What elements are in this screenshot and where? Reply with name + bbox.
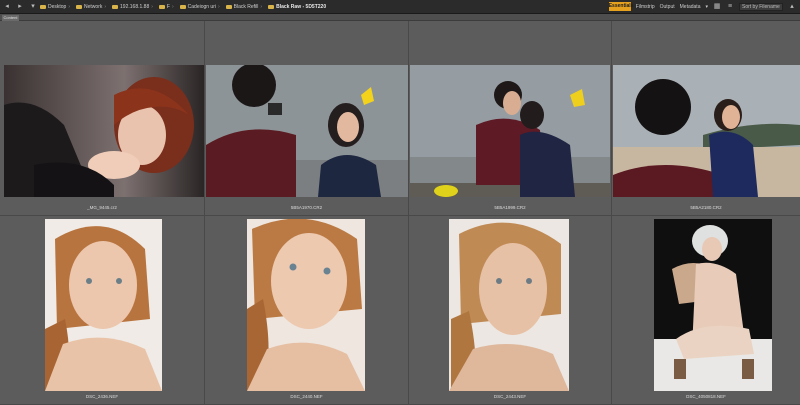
breadcrumb-item[interactable]: Desktop › — [40, 4, 70, 10]
folder-icon — [268, 4, 275, 9]
file-name: DSC_4050818.NEF — [686, 394, 726, 399]
thumbnail-image[interactable] — [247, 219, 365, 391]
thumbnail-image[interactable] — [449, 219, 569, 391]
workspace-menu-icon[interactable]: ▾ — [705, 4, 708, 10]
breadcrumb-label[interactable]: Black Refill — [234, 4, 259, 10]
content-grid: _MG_9445.cr2 5B5A1970.CR2 5B5A1999.CR2 5… — [0, 21, 800, 405]
file-name: _MG_9445.cr2 — [87, 205, 117, 210]
view-list-icon[interactable]: ≡ — [726, 3, 734, 10]
sort-direction-icon[interactable]: ▴ — [788, 3, 796, 10]
back-arrow-icon[interactable]: ◂ — [3, 3, 11, 10]
thumbnail-image[interactable] — [45, 219, 162, 391]
thumbnail-image[interactable] — [410, 65, 610, 197]
file-name: 5B5A1970.CR2 — [290, 205, 323, 210]
folder-icon — [179, 4, 186, 9]
file-name: DSC_2440.NEF — [290, 394, 323, 399]
breadcrumb-item[interactable]: Network › — [76, 4, 106, 10]
file-cell[interactable]: 5B5A2180.CR2 — [612, 21, 800, 216]
sort-dropdown[interactable]: Sort by Filename — [739, 2, 783, 11]
breadcrumb: Desktop › Network › 192.168.1.88 › F › Cadei… — [40, 4, 332, 10]
file-cell[interactable]: DSC_2436.NEF — [0, 216, 205, 405]
recent-folder-icon[interactable]: ▾ — [29, 3, 37, 10]
file-cell[interactable]: DSC_2443.NEF — [409, 216, 612, 405]
file-name: 5B5A2180.CR2 — [690, 205, 722, 210]
breadcrumb-label[interactable]: Black Raw - 5D5T220 — [276, 4, 326, 10]
file-name: DSC_2436.NEF — [85, 394, 119, 399]
folder-icon — [76, 4, 83, 9]
file-name: DSC_2443.NEF — [493, 394, 527, 399]
breadcrumb-item[interactable]: F › — [158, 4, 174, 10]
file-name: 5B5A1999.CR2 — [494, 205, 526, 210]
workspace-essentials-button[interactable]: Essentials — [608, 2, 633, 11]
file-cell[interactable]: _MG_9445.cr2 — [0, 21, 205, 216]
file-cell[interactable]: 5B5A1970.CR2 — [205, 21, 409, 216]
breadcrumb-label[interactable]: Desktop — [48, 4, 66, 10]
breadcrumb-item[interactable]: Black Refill › — [225, 4, 262, 10]
thumbnail-image[interactable] — [4, 65, 204, 197]
workspace-filmstrip-tab[interactable]: Filmstrip — [636, 4, 655, 10]
view-grid-icon[interactable]: ▦ — [713, 3, 721, 10]
file-cell[interactable]: DSC_4050818.NEF — [612, 216, 800, 405]
thumbnail-image[interactable] — [206, 65, 408, 197]
breadcrumb-label[interactable]: Cadeiogn uri — [188, 4, 216, 10]
thumbnail-image[interactable] — [654, 219, 772, 391]
panel-header: Content — [0, 14, 800, 21]
breadcrumb-label[interactable]: F — [167, 4, 170, 10]
breadcrumb-label[interactable]: Network — [84, 4, 102, 10]
file-cell[interactable]: DSC_2440.NEF — [205, 216, 409, 405]
folder-icon — [225, 4, 232, 9]
thumbnail-image[interactable] — [613, 65, 800, 197]
path-bar: ◂ ▸ ▾ Desktop › Network › 192.168.1.88 › F ›… — [0, 0, 800, 14]
forward-arrow-icon[interactable]: ▸ — [16, 3, 24, 10]
folder-icon — [40, 4, 46, 9]
breadcrumb-item[interactable]: 192.168.1.88 › — [112, 4, 153, 10]
breadcrumb-label[interactable]: 192.168.1.88 — [120, 4, 149, 10]
workspace-metadata-tab[interactable]: Metadata — [680, 4, 701, 10]
file-cell[interactable]: 5B5A1999.CR2 — [409, 21, 612, 216]
workspace-output-tab[interactable]: Output — [660, 4, 675, 10]
breadcrumb-item[interactable]: Cadeiogn uri › — [179, 4, 220, 10]
folder-icon — [158, 4, 165, 9]
breadcrumb-item[interactable]: Black Raw - 5D5T220 — [268, 4, 326, 10]
folder-icon — [112, 4, 119, 9]
